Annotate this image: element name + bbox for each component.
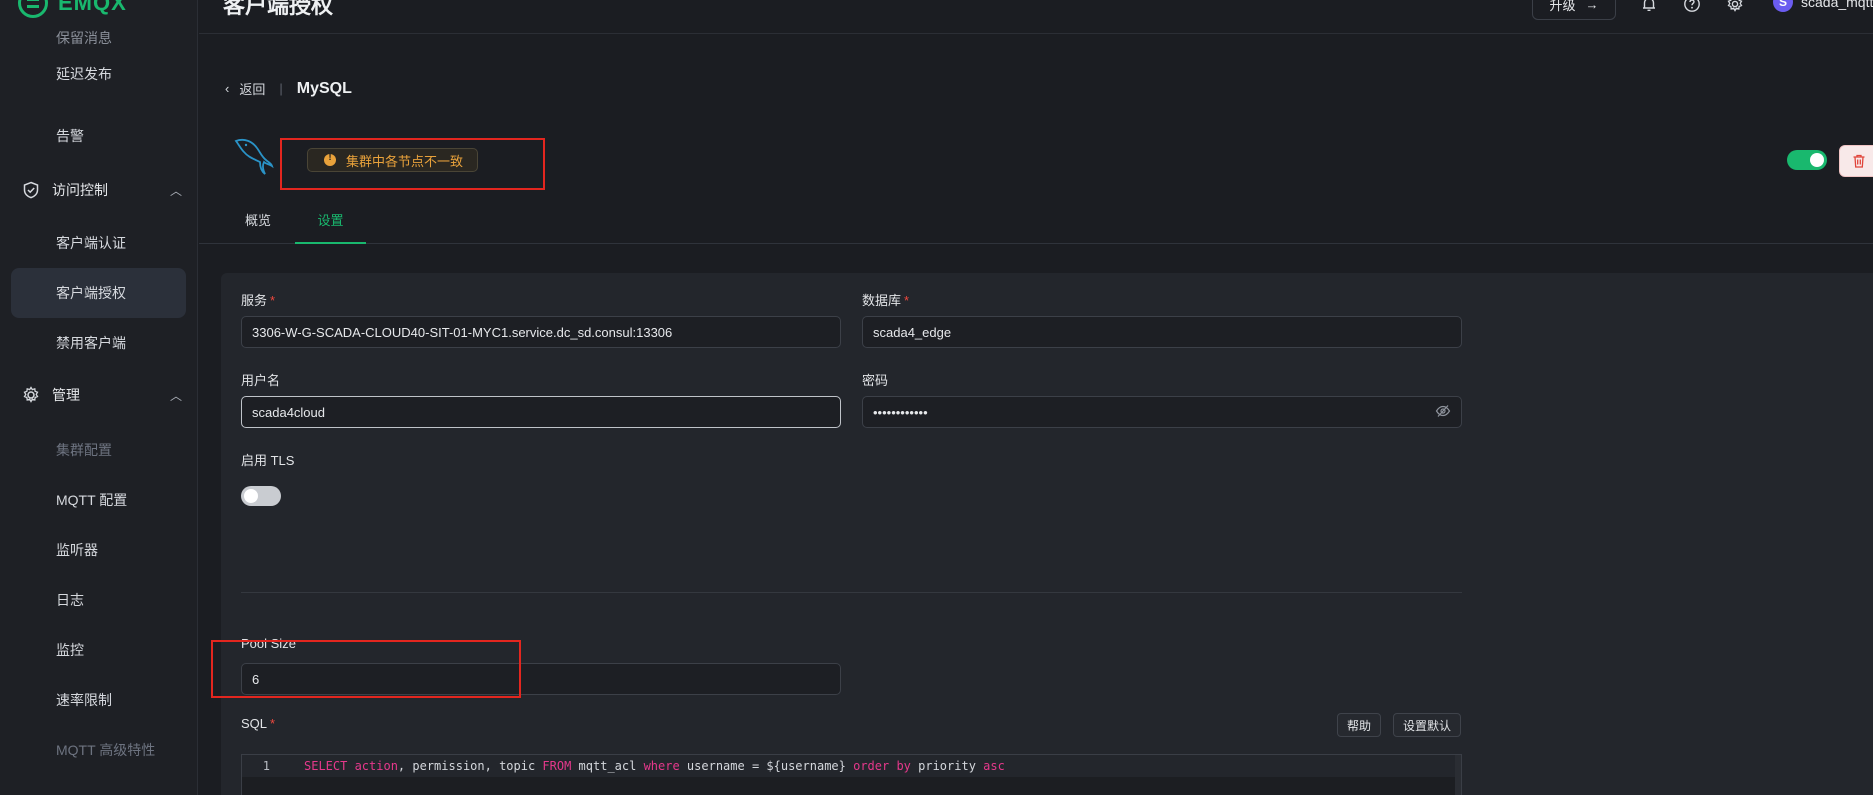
tab-overview[interactable]: 概览 [245,210,275,244]
highlight-annotation-pool-size [211,640,521,698]
sql-label: SQL * [241,716,276,731]
chevron-left-icon: ‹ [225,81,230,96]
upgrade-label: 升级 [1549,0,1576,13]
sidebar-item-cluster-config[interactable]: 集群配置 [56,440,112,460]
sql-editor[interactable]: 1 SELECT action, permission, topic FROM … [241,754,1462,795]
sql-help-button[interactable]: 帮助 [1337,713,1382,737]
sql-editor-line: 1 SELECT action, permission, topic FROM … [242,755,1455,777]
mysql-dolphin-icon [232,133,276,182]
breadcrumb: ‹ 返回 | MySQL [225,79,352,98]
authz-enable-toggle[interactable] [1787,150,1827,170]
help-icon[interactable] [1682,0,1702,14]
shield-icon [22,181,40,199]
database-label: 数据库 * [862,293,910,308]
sql-set-default-button[interactable]: 设置默认 [1393,713,1462,737]
sidebar-item-listeners[interactable]: 监听器 [56,540,98,560]
highlight-annotation-warning [280,138,545,190]
sidebar-item-rate-limit[interactable]: 速率限制 [56,690,112,710]
sidebar-group-label: 访问控制 [52,182,108,198]
section-divider [241,592,1462,593]
avatar: S [1773,0,1793,12]
sidebar-item-monitoring[interactable]: 监控 [56,640,84,660]
settings-gear-icon[interactable] [1725,0,1745,14]
sidebar-item-banned-clients[interactable]: 禁用客户端 [56,333,126,353]
editor-scrollbar[interactable] [1455,755,1461,795]
sidebar-item-mqtt-config[interactable]: MQTT 配置 [56,490,127,510]
sql-code: SELECT action, permission, topic FROM mq… [304,759,1005,773]
user-name: scada_mqtt [1801,0,1873,10]
sidebar-item-mqtt-advanced[interactable]: MQTT 高级特性 [56,740,155,760]
password-input[interactable]: •••••••••••• [862,396,1462,428]
server-label: 服务 * [241,293,276,308]
emqx-logo-icon [18,0,48,18]
back-label: 返回 [239,82,266,97]
sidebar-group-label: 管理 [52,387,80,403]
tab-bar: 概览 设置 [199,210,1873,244]
password-label: 密码 [862,373,889,388]
breadcrumb-title: MySQL [296,79,352,97]
delete-button[interactable] [1839,145,1873,177]
server-input[interactable]: 3306-W-G-SCADA-CLOUD40-SIT-01-MYC1.servi… [241,316,841,348]
eye-hidden-icon[interactable] [1435,404,1451,421]
back-button[interactable]: ‹ 返回 [225,79,265,98]
chevron-up-icon: ︿ [169,388,182,403]
app-window: EMQX 保留消息 延迟发布 告警 访问控制 ︿ 客户端认证 客户端授权 禁用客… [0,0,1873,795]
emqx-logo[interactable]: EMQX [18,0,127,18]
sidebar-group-management[interactable]: 管理 ︿ [22,385,182,405]
sidebar-item-client-authn[interactable]: 客户端认证 [56,233,126,253]
settings-form-panel: 服务 * 3306-W-G-SCADA-CLOUD40-SIT-01-MYC1.s… [211,273,1873,795]
tls-toggle[interactable] [241,486,281,506]
page-title: 客户端授权 [223,0,334,18]
line-number: 1 [262,759,270,773]
sidebar-item-retained[interactable]: 保留消息 [56,28,112,48]
gear-cog-icon [22,386,40,404]
sidebar-item-delayed-publish[interactable]: 延迟发布 [56,64,112,84]
trash-icon [1853,154,1865,168]
sidebar-item-logs[interactable]: 日志 [56,590,84,610]
brand-name: EMQX [58,0,127,15]
user-menu[interactable]: S scada_mqtt [1773,0,1873,12]
tls-label: 启用 TLS [241,453,295,468]
bell-icon[interactable] [1639,0,1659,14]
username-input[interactable]: scada4cloud [241,396,841,428]
arrow-right-icon: → [1585,0,1599,12]
sidebar-group-access-control[interactable]: 访问控制 ︿ [22,180,182,200]
sidebar-item-client-authz[interactable]: 客户端授权 [56,283,126,303]
chevron-up-icon: ︿ [169,183,182,198]
sidebar: EMQX 保留消息 延迟发布 告警 访问控制 ︿ 客户端认证 客户端授权 禁用客… [0,0,198,795]
top-header: 客户端授权 升级 → S scada_mqtt [199,0,1873,34]
breadcrumb-separator: | [279,81,283,96]
main-content: ‹ 返回 | MySQL 集群中各节点不一致 概览 设置 服务* 3306-W-… [199,35,1873,795]
database-input[interactable]: scada4_edge [862,316,1462,348]
sidebar-item-alarms[interactable]: 告警 [56,126,84,146]
tab-settings[interactable]: 设置 [295,210,366,244]
username-label: 用户名 [241,373,281,388]
upgrade-button[interactable]: 升级 → [1532,0,1616,20]
